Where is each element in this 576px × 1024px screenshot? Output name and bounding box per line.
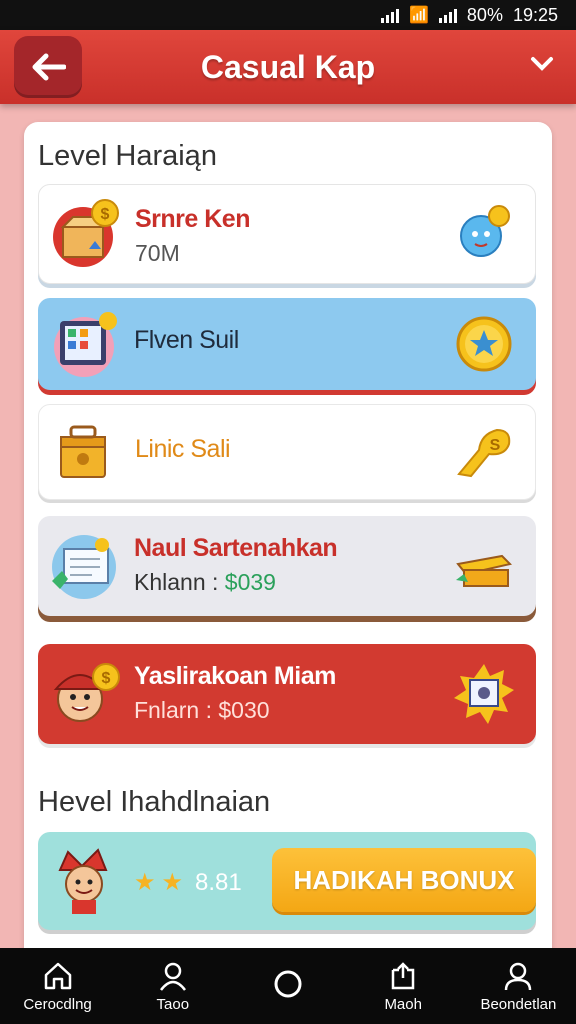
nav-item-maoh[interactable]: Maoh bbox=[346, 948, 461, 1024]
card-subtitle: 70M bbox=[135, 240, 180, 266]
battery-text: 80% bbox=[466, 4, 503, 25]
svg-text:S: S bbox=[490, 437, 501, 454]
signal-icon bbox=[381, 7, 399, 23]
app-bar: Casual Kap bbox=[0, 30, 576, 104]
list-item-2[interactable]: Flven Suil bbox=[38, 298, 536, 390]
svg-text:$: $ bbox=[101, 206, 110, 223]
card-title: Flven Suil bbox=[134, 326, 239, 354]
viking-avatar-icon: $ bbox=[53, 663, 120, 722]
user-icon bbox=[159, 962, 186, 991]
card-title: Srnre Ken bbox=[135, 205, 250, 233]
star-icon: ★ bbox=[161, 869, 184, 896]
clock: 19:25 bbox=[512, 4, 558, 25]
card-sub-label: Fnlarn : bbox=[134, 697, 212, 723]
nav-label: Cerocdlng bbox=[23, 995, 92, 1013]
share-box-icon bbox=[391, 961, 415, 989]
prize-burst-icon bbox=[454, 664, 514, 724]
nav-item-profile[interactable]: Beondetlan bbox=[461, 948, 576, 1024]
chevron-down-icon[interactable] bbox=[530, 56, 554, 72]
profile-icon bbox=[505, 962, 532, 990]
treasure-box-icon: $ bbox=[53, 199, 119, 267]
page-title: Casual Kap bbox=[200, 48, 376, 85]
section-title-2: Hevel Ihahdlnaian bbox=[38, 786, 271, 818]
nav-label: Taoo bbox=[156, 995, 190, 1013]
golden-key-icon: S bbox=[457, 428, 511, 478]
list-item-4[interactable]: Naul Sartenahkan Khlann : $039 bbox=[38, 516, 536, 616]
home-icon bbox=[44, 962, 71, 989]
nav-item-center[interactable] bbox=[230, 948, 345, 1024]
rating: ★ ★ 8.81 bbox=[134, 868, 242, 897]
circle-icon bbox=[274, 970, 302, 998]
list-item-5[interactable]: $ Yaslirakoan Miam Fnlarn : $030 bbox=[38, 644, 536, 744]
nav-item-taoo[interactable]: Taoo bbox=[115, 948, 230, 1024]
chest-icon bbox=[60, 425, 106, 478]
back-button[interactable] bbox=[14, 36, 82, 98]
bonus-button[interactable]: HADIKAH BONUX bbox=[272, 848, 536, 912]
list-item-3[interactable]: Linic Sali S bbox=[38, 404, 536, 500]
wifi-icon: 📶 bbox=[409, 7, 429, 24]
star-coin-icon bbox=[456, 316, 512, 372]
signal-icon-2 bbox=[438, 7, 457, 23]
nav-item-home[interactable]: Cerocdlng bbox=[0, 948, 115, 1024]
ticket-icon bbox=[52, 535, 116, 599]
status-bar: 📶 80% 19:25 bbox=[0, 0, 576, 30]
arrow-left-icon bbox=[32, 53, 66, 81]
svg-text:$: $ bbox=[102, 670, 111, 687]
card-sub-value: $039 bbox=[224, 569, 276, 595]
rating-value: 8.81 bbox=[195, 868, 242, 896]
nav-label: Maoh bbox=[384, 995, 422, 1013]
card-title: Yaslirakoan Miam bbox=[134, 662, 336, 690]
star-icon: ★ bbox=[134, 869, 156, 896]
card-sub-value: $030 bbox=[218, 697, 270, 723]
card-title: Naul Sartenahkan bbox=[134, 534, 338, 562]
list-item-1[interactable]: $ Srnre Ken 70M bbox=[38, 184, 536, 284]
tablet-game-icon bbox=[54, 312, 117, 377]
cash-register-icon bbox=[456, 554, 512, 587]
section-title-1: Level Haraiąn bbox=[38, 140, 217, 172]
bonus-card: ★ ★ 8.81 HADIKAH BONUX bbox=[38, 832, 536, 930]
jester-mascot-icon bbox=[58, 848, 108, 914]
mascot-coin-icon bbox=[460, 205, 510, 257]
card-sub-label: Khlann : bbox=[134, 569, 219, 595]
bottom-nav: Cerocdlng Taoo Maoh Beondetlan bbox=[0, 948, 576, 1024]
card-title: Linic Sali bbox=[135, 435, 231, 463]
nav-label: Beondetlan bbox=[480, 995, 557, 1013]
